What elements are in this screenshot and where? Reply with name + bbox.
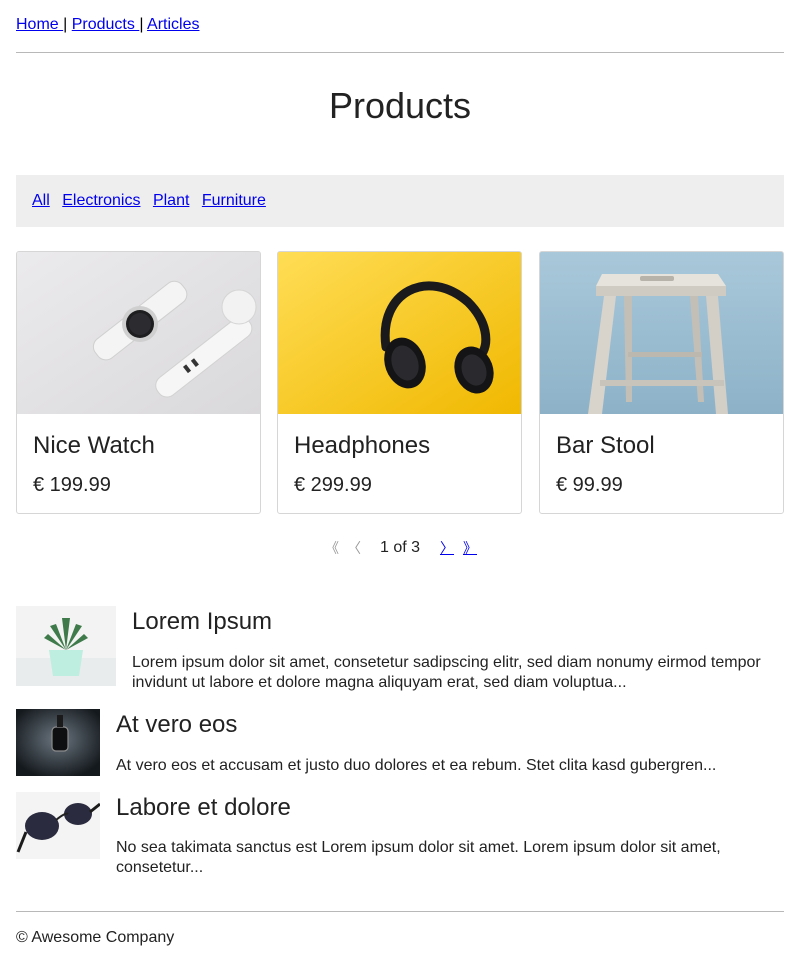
article-title[interactable]: Labore et dolore: [116, 793, 291, 823]
footer-copyright: © Awesome Company: [16, 929, 175, 946]
product-name: Nice Watch: [33, 432, 155, 459]
article-excerpt: Lorem ipsum dolor sit amet, consetetur s…: [132, 654, 761, 691]
footer-divider: [16, 911, 784, 912]
pagination: 《 〈 1 of 3 〉 》: [0, 536, 800, 560]
nav-link-home[interactable]: Home: [16, 16, 63, 33]
filter-all[interactable]: All: [32, 192, 50, 209]
next-page-icon[interactable]: 〉: [440, 536, 454, 560]
product-name: Bar Stool: [556, 432, 655, 459]
article-excerpt: At vero eos et accusam et justo duo dolo…: [116, 757, 717, 774]
product-price: € 299.99: [294, 474, 372, 496]
article-title[interactable]: Lorem Ipsum: [132, 607, 272, 637]
filter-plant[interactable]: Plant: [153, 192, 189, 209]
filter-electronics[interactable]: Electronics: [62, 192, 140, 209]
dark-watch-image: [16, 709, 100, 776]
article-excerpt: No sea takimata sanctus est Lorem ipsum …: [116, 839, 721, 876]
smartwatch-image: [17, 252, 260, 414]
header-divider: [16, 52, 784, 53]
last-page-icon[interactable]: 》: [463, 536, 477, 560]
article-item[interactable]: At vero eos At vero eos et accusam et ju…: [16, 709, 784, 777]
article-item[interactable]: Lorem Ipsum Lorem ipsum dolor sit amet, …: [16, 606, 784, 691]
product-card[interactable]: Headphones € 299.99: [277, 251, 522, 514]
nav-link-articles[interactable]: Articles: [147, 16, 199, 33]
sunglasses-image: [16, 792, 100, 859]
succulent-plant-image: [16, 606, 116, 686]
prev-page-icon: 〈: [347, 540, 361, 556]
page-status: 1 of 3: [380, 539, 421, 556]
headphones-image: [278, 252, 521, 414]
article-title[interactable]: At vero eos: [116, 710, 237, 740]
page-title: Products: [328, 85, 472, 126]
category-filter-bar: All Electronics Plant Furniture: [16, 175, 784, 227]
nav-separator: |: [63, 16, 68, 33]
bar-stool-image: [540, 252, 783, 414]
product-price: € 99.99: [556, 474, 623, 496]
product-card[interactable]: Bar Stool € 99.99: [539, 251, 784, 514]
article-item[interactable]: Labore et dolore No sea takimata sanctus…: [16, 792, 784, 882]
product-card[interactable]: Nice Watch € 199.99: [16, 251, 261, 514]
product-name: Headphones: [294, 432, 431, 459]
product-price: € 199.99: [33, 474, 111, 496]
first-page-icon: 《: [325, 540, 339, 556]
top-nav: Home | Products | Articles: [16, 15, 200, 35]
filter-furniture[interactable]: Furniture: [202, 192, 266, 209]
nav-link-products[interactable]: Products: [72, 16, 140, 33]
nav-separator: |: [139, 16, 144, 33]
